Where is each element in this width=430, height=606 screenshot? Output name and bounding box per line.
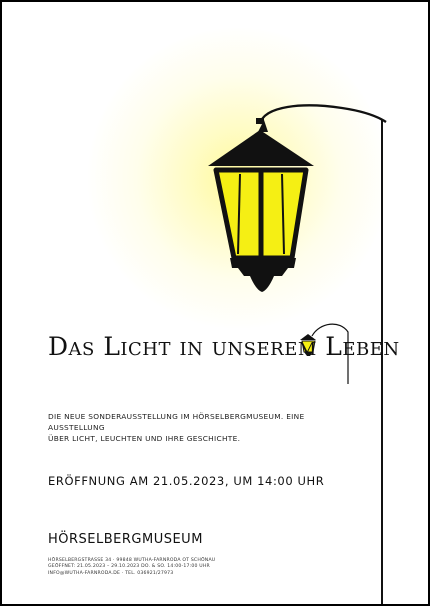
contact-block: Hörselbergstraße 34 · 99848 Wutha-Farnro… bbox=[48, 558, 288, 577]
museum-name: Hörselbergmuseum bbox=[48, 532, 203, 547]
lamp-roof bbox=[208, 130, 314, 166]
lamp-arm bbox=[258, 104, 387, 125]
intro-text: Die neue Sonderausstellung im Hörselberg… bbox=[48, 411, 348, 444]
poster-title: Das Licht in unserem Leben bbox=[48, 332, 400, 361]
intro-line-1: Die neue Sonderausstellung im Hörselberg… bbox=[48, 412, 305, 432]
opening-date: Eröffnung am 21.05.2023, um 14:00 Uhr bbox=[48, 474, 325, 488]
lamp-base bbox=[230, 258, 296, 268]
contact-email-phone: info@wutha-farnroda.de · Tel. 036921/279… bbox=[48, 570, 174, 576]
street-lamp-illustration bbox=[208, 104, 387, 604]
intro-line-2: über Licht, Leuchten und ihre Geschichte… bbox=[48, 434, 241, 443]
poster-frame: Das Licht in unserem Leben Die neue Sond… bbox=[0, 0, 430, 606]
